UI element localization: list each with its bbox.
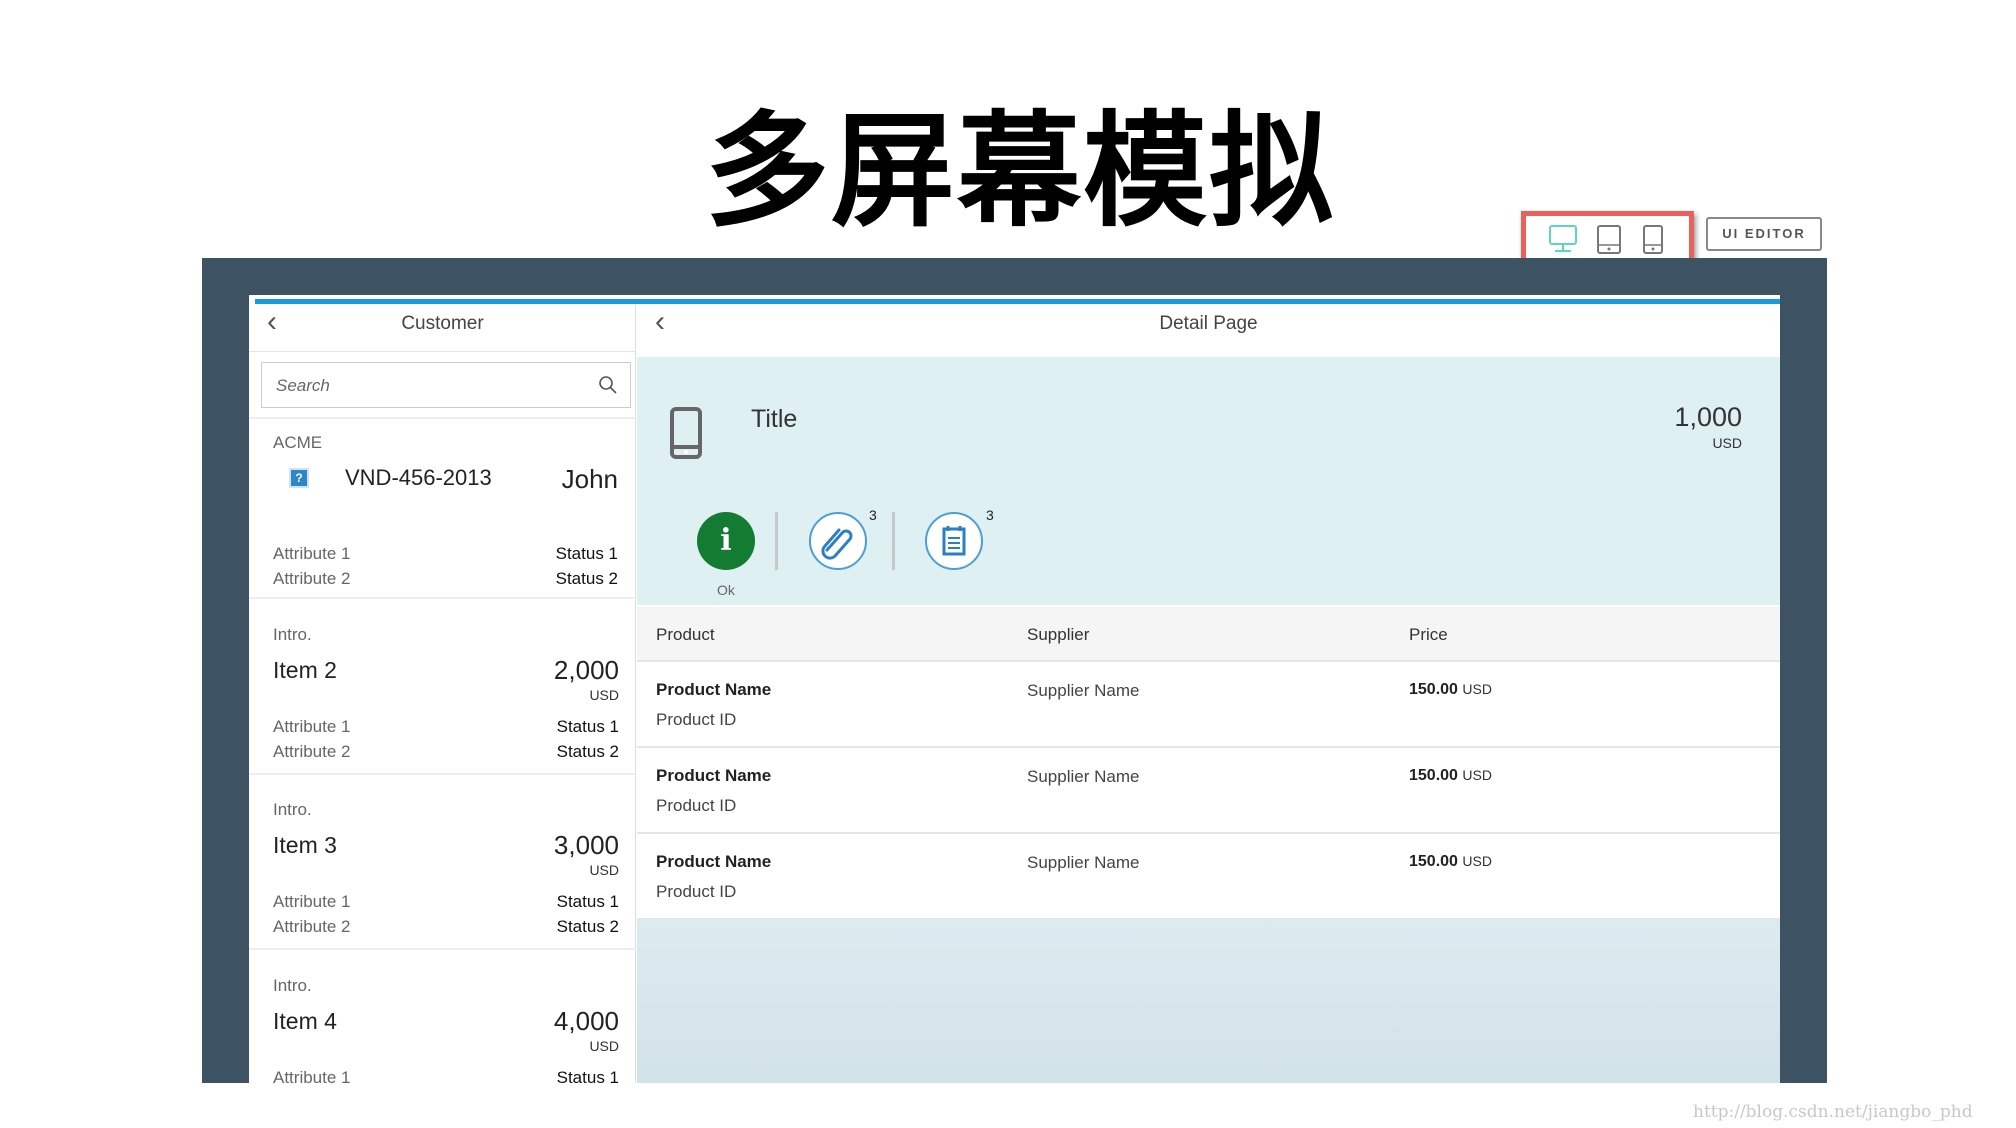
tablet-icon[interactable] xyxy=(1596,224,1622,256)
detail-panel: ‹ Detail Page Title 1,000 USD i Ok 3 3 P… xyxy=(637,305,1780,1083)
table-row[interactable]: Product Name Product ID Supplier Name 15… xyxy=(637,748,1780,834)
master-panel: ‹ Customer Search ACME ? VND-456-2013 Jo… xyxy=(249,305,636,1083)
attachment-count: 3 xyxy=(869,507,877,523)
list-number: 2,000 xyxy=(553,655,619,685)
currency: USD xyxy=(1462,767,1492,783)
desktop-icon[interactable] xyxy=(1548,224,1578,254)
list-title: Item 4 xyxy=(273,1008,337,1034)
list-number: 3,000 xyxy=(553,830,619,860)
list-unit: USD xyxy=(589,687,619,703)
detail-title: Detail Page xyxy=(1159,313,1258,334)
product-name: Product Name xyxy=(656,680,772,699)
status: Status 2 xyxy=(555,569,618,588)
list-title: Item 2 xyxy=(273,657,337,683)
supplier-name: Supplier Name xyxy=(1027,767,1140,786)
supplier-name: Supplier Name xyxy=(1027,853,1140,872)
attribute: Attribute 2 xyxy=(273,569,351,588)
paperclip-icon[interactable] xyxy=(809,512,867,570)
app-window: ‹ Customer Search ACME ? VND-456-2013 Jo… xyxy=(249,295,1780,1083)
object-title: Title xyxy=(751,405,798,433)
notes-count: 3 xyxy=(986,507,994,523)
list-intro: ACME xyxy=(273,433,323,452)
object-header: Title 1,000 USD i Ok 3 3 xyxy=(637,357,1780,654)
list-name: John xyxy=(561,464,618,494)
list-intro: Intro. xyxy=(273,976,312,995)
attribute: Attribute 1 xyxy=(273,544,351,563)
product-id: Product ID xyxy=(656,796,737,815)
status: Status 2 xyxy=(556,917,619,936)
price: 150.00 xyxy=(1409,767,1458,784)
separator xyxy=(892,512,895,570)
search-placeholder: Search xyxy=(276,376,330,395)
phone-icon[interactable] xyxy=(1642,224,1664,256)
search-icon[interactable] xyxy=(598,375,618,395)
object-unit: USD xyxy=(1712,435,1742,451)
column-header[interactable]: Supplier xyxy=(1027,625,1089,645)
table-row[interactable]: Product Name Product ID Supplier Name 15… xyxy=(637,662,1780,748)
status: Status 1 xyxy=(556,1068,619,1083)
info-icon[interactable]: i xyxy=(697,512,755,570)
price: 150.00 xyxy=(1409,681,1458,698)
status: Status 1 xyxy=(555,544,618,563)
product-id: Product ID xyxy=(656,882,737,901)
list-number: 4,000 xyxy=(553,1006,619,1036)
ui-editor-button[interactable]: UI EDITOR xyxy=(1706,217,1822,251)
table-row[interactable]: Product Name Product ID Supplier Name 15… xyxy=(637,834,1780,920)
product-name: Product Name xyxy=(656,766,772,785)
watermark: http://blog.csdn.net/jiangbo_phd xyxy=(1693,1102,1973,1122)
column-header[interactable]: Product xyxy=(656,625,715,645)
object-number: 1,000 xyxy=(1674,402,1742,432)
attribute: Attribute 1 xyxy=(273,892,351,911)
shell-bar xyxy=(255,299,1780,304)
column-header[interactable]: Price xyxy=(1409,625,1448,645)
price: 150.00 xyxy=(1409,853,1458,870)
supplier-name: Supplier Name xyxy=(1027,681,1140,700)
list-id: VND-456-2013 xyxy=(345,465,492,490)
phone-icon xyxy=(670,407,702,459)
table-header: Product Supplier Price xyxy=(637,607,1780,662)
help-icon: ? xyxy=(289,468,309,488)
list-intro: Intro. xyxy=(273,625,312,644)
product-id: Product ID xyxy=(656,710,737,729)
status: Status 1 xyxy=(556,892,619,911)
list-intro: Intro. xyxy=(273,800,312,819)
currency: USD xyxy=(1462,681,1492,697)
list-unit: USD xyxy=(589,1038,619,1054)
list-item[interactable]: Intro. Item 3 3,000 USD Attribute 1 Attr… xyxy=(249,780,636,956)
notepad-icon[interactable] xyxy=(925,512,983,570)
product-name: Product Name xyxy=(656,852,772,871)
separator xyxy=(775,512,778,570)
detail-background xyxy=(637,919,1780,1083)
list-item[interactable]: Intro. Item 4 4,000 USD Attribute 1 Stat… xyxy=(249,956,636,1083)
master-title: Customer xyxy=(401,313,484,334)
attribute: Attribute 1 xyxy=(273,1068,351,1083)
status: Status 2 xyxy=(556,742,619,761)
search-input[interactable]: Search xyxy=(261,362,631,408)
list-unit: USD xyxy=(589,862,619,878)
tab-label[interactable]: Ok xyxy=(697,582,755,598)
attribute: Attribute 2 xyxy=(273,742,351,761)
attribute: Attribute 2 xyxy=(273,917,351,936)
currency: USD xyxy=(1462,853,1492,869)
attribute: Attribute 1 xyxy=(273,717,351,736)
list-title: Item 3 xyxy=(273,832,337,858)
status: Status 1 xyxy=(556,717,619,736)
list-item[interactable]: Intro. Item 2 2,000 USD Attribute 1 Attr… xyxy=(249,605,636,781)
